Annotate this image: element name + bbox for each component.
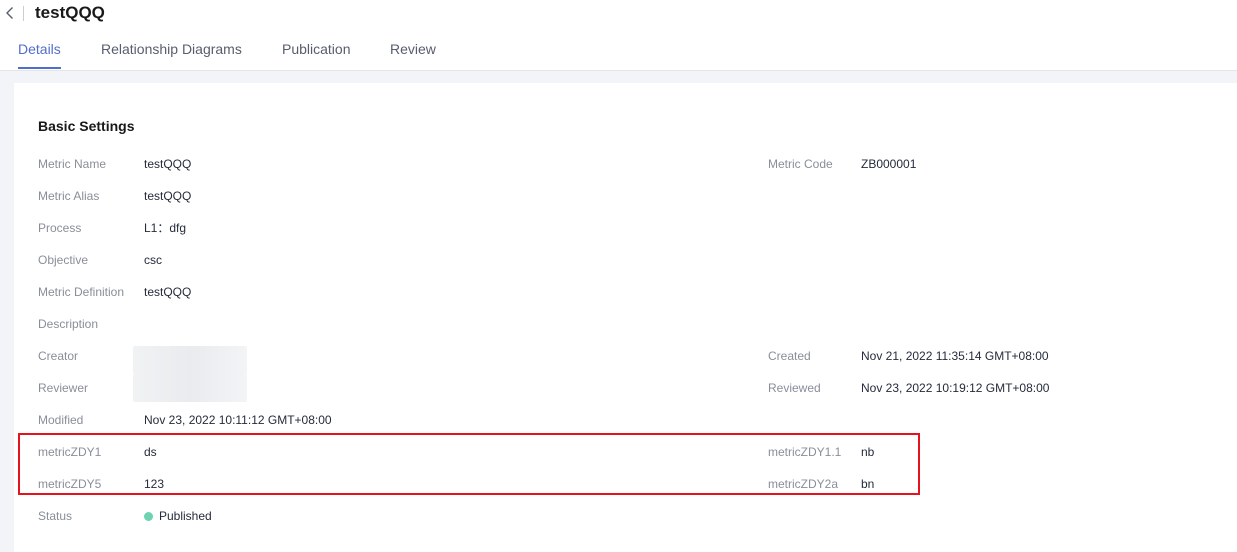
section-title-basic-settings: Basic Settings — [38, 118, 135, 134]
created-value: Nov 21, 2022 11:35:14 GMT+08:00 — [861, 349, 1049, 363]
tab-publication[interactable]: Publication — [282, 40, 351, 58]
metric-name-label: Metric Name — [38, 157, 107, 171]
metric-zdy1-label: metricZDY1 — [38, 445, 102, 459]
metric-zdy1-1-label: metricZDY1.1 — [768, 445, 842, 459]
status-dot-icon — [144, 512, 153, 521]
metric-code-value: ZB000001 — [861, 157, 917, 171]
metric-code-label: Metric Code — [768, 157, 833, 171]
description-label: Description — [38, 317, 99, 331]
objective-label: Objective — [38, 253, 89, 267]
metric-zdy1-value: ds — [144, 445, 157, 459]
metric-alias-value: testQQQ — [144, 189, 192, 203]
tab-details[interactable]: Details — [18, 40, 61, 58]
metric-zdy1-1-value: nb — [861, 445, 875, 459]
active-tab-indicator — [18, 67, 61, 69]
title-divider — [23, 6, 24, 21]
metric-alias-label: Metric Alias — [38, 189, 100, 203]
metric-name-value: testQQQ — [144, 157, 192, 171]
row-metric-name: Metric Name testQQQ Metric Code ZB000001 — [14, 154, 1237, 174]
row-status: Status Published — [14, 506, 1237, 526]
row-metric-definition: Metric Definition testQQQ — [14, 282, 1237, 302]
created-label: Created — [768, 349, 811, 363]
row-metric-zdy5: metricZDY5 123 metricZDY2a bn — [14, 474, 1237, 494]
row-description: Description — [14, 314, 1237, 334]
tab-relationship-diagrams[interactable]: Relationship Diagrams — [101, 40, 242, 58]
row-objective: Objective csc — [14, 250, 1237, 270]
row-modified: Modified Nov 23, 2022 10:11:12 GMT+08:00 — [14, 410, 1237, 430]
modified-label: Modified — [38, 413, 84, 427]
status-value: Published — [159, 509, 212, 523]
metric-zdy2a-value: bn — [861, 477, 875, 491]
row-metric-alias: Metric Alias testQQQ — [14, 186, 1237, 206]
reviewer-label: Reviewer — [38, 381, 89, 395]
content-background: Basic Settings Metric Name testQQQ Metri… — [0, 71, 1237, 552]
metric-zdy2a-label: metricZDY2a — [768, 477, 839, 491]
row-creator: Creator Created Nov 21, 2022 11:35:14 GM… — [14, 346, 1237, 366]
row-reviewer: Reviewer Reviewed Nov 23, 2022 10:19:12 … — [14, 378, 1237, 398]
status-label: Status — [38, 509, 73, 523]
objective-value: csc — [144, 253, 162, 267]
metric-zdy5-label: metricZDY5 — [38, 477, 102, 491]
page-header: testQQQ Details Relationship Diagrams Pu… — [0, 0, 1237, 71]
creator-label: Creator — [38, 349, 79, 363]
metric-definition-label: Metric Definition — [38, 285, 125, 299]
page-title: testQQQ — [35, 3, 105, 22]
row-metric-zdy1: metricZDY1 ds metricZDY1.1 nb — [14, 442, 1237, 462]
details-card: Basic Settings Metric Name testQQQ Metri… — [14, 83, 1237, 552]
process-value: L1：dfg — [144, 221, 187, 235]
reviewed-value: Nov 23, 2022 10:19:12 GMT+08:00 — [861, 381, 1050, 395]
back-chevron-left-icon[interactable] — [2, 5, 18, 21]
row-process: Process L1：dfg — [14, 218, 1237, 238]
process-label: Process — [38, 221, 82, 235]
reviewed-label: Reviewed — [768, 381, 821, 395]
metric-definition-value: testQQQ — [144, 285, 192, 299]
modified-value: Nov 23, 2022 10:11:12 GMT+08:00 — [144, 413, 332, 427]
metric-zdy5-value: 123 — [144, 477, 165, 491]
tab-review[interactable]: Review — [390, 40, 436, 58]
